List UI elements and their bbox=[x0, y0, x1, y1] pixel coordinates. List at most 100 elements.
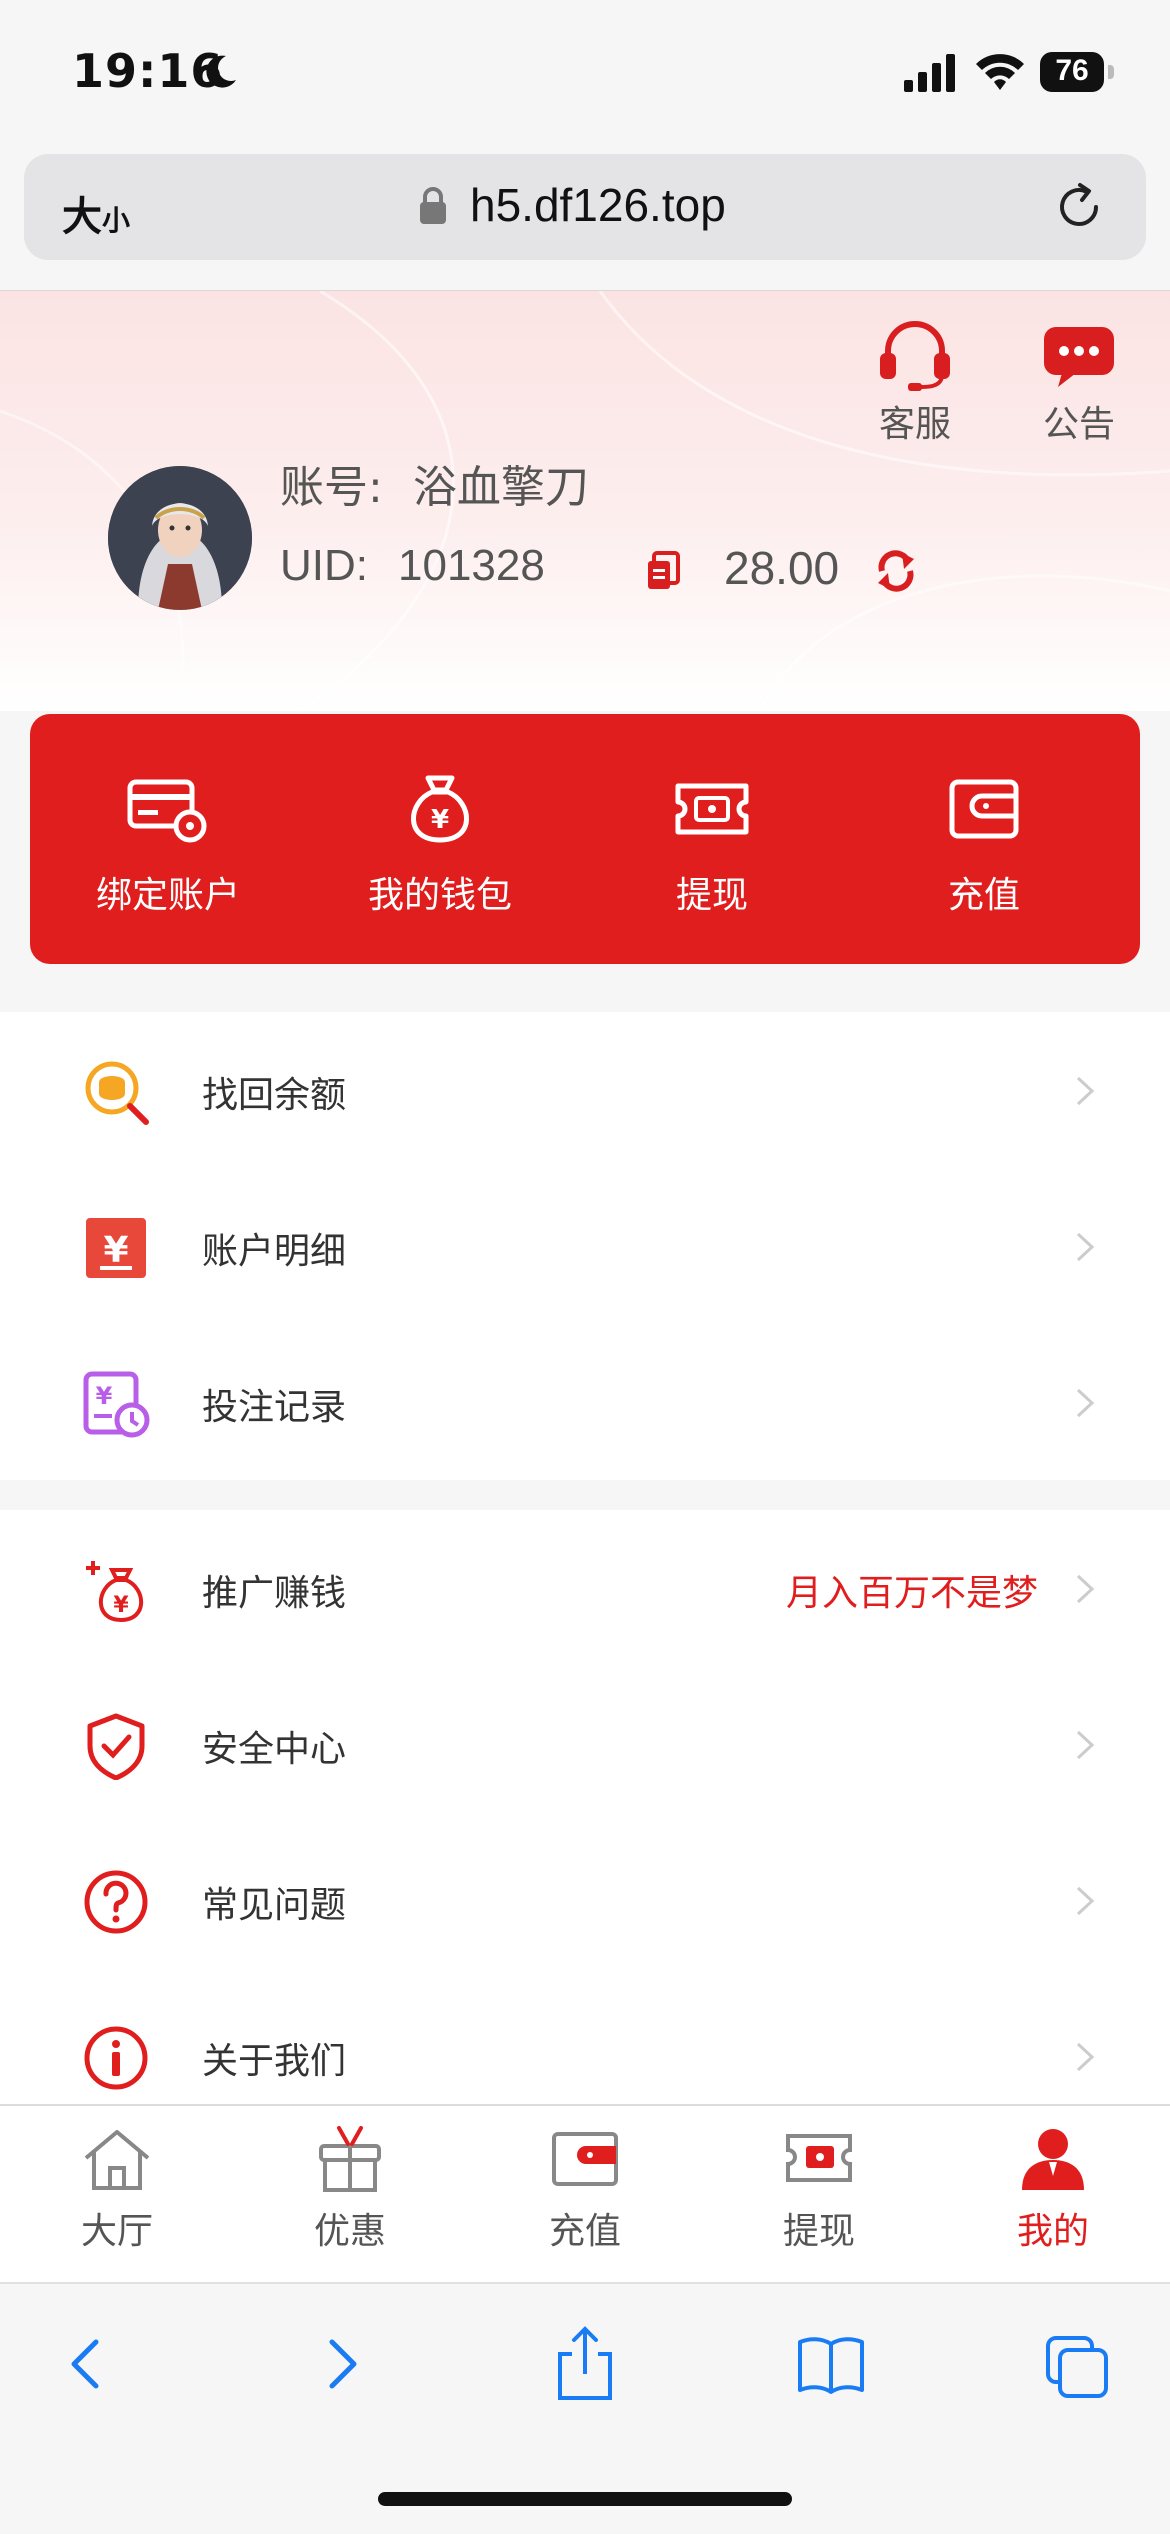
withdraw-icon bbox=[786, 2134, 852, 2182]
tab-label: 优惠 bbox=[313, 2211, 386, 2252]
menu-group-funds: 找回余额 ¥ 账户明细 ¥ 投注记录 bbox=[0, 1012, 1170, 1480]
svg-text:¥: ¥ bbox=[431, 805, 449, 835]
menu-label: 找回余额 bbox=[202, 1075, 347, 1116]
home-icon bbox=[84, 2130, 150, 2190]
tab-promotions[interactable]: 优惠 bbox=[275, 2124, 425, 2254]
recharge-label: 充值 bbox=[947, 875, 1020, 916]
reload-icon[interactable] bbox=[1052, 180, 1106, 234]
tab-label: 充值 bbox=[548, 2211, 621, 2252]
chevron-right-icon bbox=[1076, 1886, 1095, 1916]
avatar-image bbox=[108, 466, 252, 610]
recharge-button[interactable]: 充值 bbox=[864, 774, 1104, 918]
promo-slogan: 月入百万不是梦 bbox=[785, 1573, 1038, 1614]
card-settings-icon bbox=[127, 779, 207, 843]
my-wallet-button[interactable]: ¥ 我的钱包 bbox=[320, 774, 560, 918]
menu-item-about-us[interactable]: 关于我们 bbox=[0, 1978, 1170, 2104]
menu-group-general: ¥ 推广赚钱 月入百万不是梦 安全中心 常见问题 关于我们 bbox=[0, 1510, 1170, 2104]
url-text[interactable]: h5.df126.top bbox=[470, 178, 726, 232]
withdraw-ticket-icon bbox=[675, 783, 749, 835]
svg-text:¥: ¥ bbox=[96, 1382, 113, 1410]
tab-mine[interactable]: 我的 bbox=[978, 2124, 1128, 2254]
bind-account-label: 绑定账户 bbox=[95, 875, 240, 916]
menu-label: 关于我们 bbox=[202, 2041, 347, 2082]
address-bar[interactable]: 大小 h5.df126.top bbox=[24, 154, 1146, 260]
menu-label: 常见问题 bbox=[202, 1885, 347, 1926]
share-icon[interactable] bbox=[550, 2324, 620, 2404]
chevron-right-icon bbox=[1076, 1076, 1095, 1106]
chevron-right-icon bbox=[1076, 1574, 1095, 1604]
menu-label: 推广赚钱 bbox=[202, 1573, 347, 1614]
chevron-right-icon bbox=[1076, 1388, 1095, 1418]
tab-withdraw[interactable]: 提现 bbox=[744, 2124, 894, 2254]
headset-icon bbox=[880, 321, 950, 391]
shield-icon bbox=[87, 1713, 145, 1780]
text-size-button[interactable]: 大小 bbox=[62, 184, 130, 242]
customer-service-label: 客服 bbox=[878, 404, 951, 445]
wifi-icon bbox=[976, 54, 1024, 90]
notice-button[interactable]: 公告 bbox=[1024, 321, 1134, 447]
battery-level: 76 bbox=[1055, 54, 1089, 87]
customer-service-button[interactable]: 客服 bbox=[860, 321, 970, 447]
status-bar: 19:16 76 bbox=[0, 0, 1170, 150]
home-indicator bbox=[378, 2492, 792, 2506]
svg-text:¥: ¥ bbox=[113, 1593, 129, 1618]
withdraw-button[interactable]: 提现 bbox=[592, 774, 832, 918]
lock-icon bbox=[420, 187, 446, 224]
wallet-icon bbox=[949, 779, 1019, 839]
bet-record-icon: ¥ bbox=[83, 1371, 150, 1438]
account-row: 账号: 浴血擎刀 bbox=[280, 451, 589, 515]
tab-label: 我的 bbox=[1016, 2211, 1089, 2252]
promo-bag-icon: ¥ bbox=[86, 1561, 144, 1623]
menu-item-bet-records[interactable]: ¥ 投注记录 bbox=[0, 1324, 1170, 1480]
menu-item-security-center[interactable]: 安全中心 bbox=[0, 1666, 1170, 1822]
menu-item-account-details[interactable]: ¥ 账户明细 bbox=[0, 1168, 1170, 1324]
text-size-small: 小 bbox=[102, 204, 131, 237]
uid-label: UID: bbox=[280, 541, 368, 590]
chat-bubble-icon bbox=[1044, 327, 1114, 387]
moon-icon bbox=[206, 55, 236, 88]
chevron-right-icon bbox=[1076, 2042, 1095, 2072]
tab-label: 提现 bbox=[782, 2211, 855, 2252]
menu-label: 安全中心 bbox=[202, 1729, 347, 1770]
tabs-icon[interactable] bbox=[1042, 2324, 1112, 2404]
uid-row: UID: 101328 bbox=[280, 541, 545, 591]
refresh-icon[interactable] bbox=[872, 547, 920, 595]
quick-actions-panel: 绑定账户 ¥ 我的钱包 提现 充值 bbox=[30, 714, 1140, 964]
tab-recharge[interactable]: 充值 bbox=[510, 2124, 660, 2254]
menu-item-faq[interactable]: 常见问题 bbox=[0, 1822, 1170, 1978]
wallet-icon bbox=[552, 2132, 618, 2186]
ledger-icon: ¥ bbox=[86, 1218, 146, 1278]
signal-icon bbox=[904, 54, 955, 92]
user-icon bbox=[1022, 2129, 1084, 2190]
battery-icon: 76 bbox=[1040, 52, 1114, 92]
money-bag-icon: ¥ bbox=[411, 775, 469, 843]
bind-account-button[interactable]: 绑定账户 bbox=[48, 774, 288, 918]
menu-label: 账户明细 bbox=[202, 1231, 347, 1272]
chevron-right-icon bbox=[1076, 1232, 1095, 1262]
bookmarks-icon[interactable] bbox=[796, 2324, 866, 2404]
bottom-tab-bar: 大厅 优惠 充值 提现 我的 bbox=[0, 2104, 1170, 2284]
menu-item-promotion[interactable]: ¥ 推广赚钱 月入百万不是梦 bbox=[0, 1510, 1170, 1666]
profile-header: 客服 公告 账号: 浴血擎刀 UID: 101328 28.00 bbox=[0, 290, 1170, 711]
balance-value: 28.00 bbox=[724, 542, 840, 594]
my-wallet-label: 我的钱包 bbox=[367, 875, 512, 916]
back-icon[interactable] bbox=[52, 2324, 122, 2404]
menu-label: 投注记录 bbox=[202, 1387, 347, 1428]
info-icon bbox=[84, 2026, 148, 2090]
tab-lobby[interactable]: 大厅 bbox=[42, 2124, 192, 2254]
account-label: 账号: bbox=[280, 462, 383, 513]
avatar[interactable] bbox=[108, 466, 252, 610]
coin-search-icon bbox=[85, 1061, 149, 1125]
withdraw-label: 提现 bbox=[675, 875, 748, 916]
gift-icon bbox=[319, 2126, 381, 2192]
notice-label: 公告 bbox=[1042, 404, 1115, 445]
question-icon bbox=[84, 1870, 148, 1934]
menu-item-recover-balance[interactable]: 找回余额 bbox=[0, 1012, 1170, 1168]
chevron-right-icon bbox=[1076, 1730, 1095, 1760]
account-value: 浴血擎刀 bbox=[412, 462, 589, 513]
svg-text:¥: ¥ bbox=[103, 1230, 128, 1271]
uid-value: 101328 bbox=[398, 541, 545, 590]
tab-label: 大厅 bbox=[80, 2211, 153, 2252]
copy-icon[interactable] bbox=[644, 549, 682, 593]
forward-icon[interactable] bbox=[306, 2324, 376, 2404]
